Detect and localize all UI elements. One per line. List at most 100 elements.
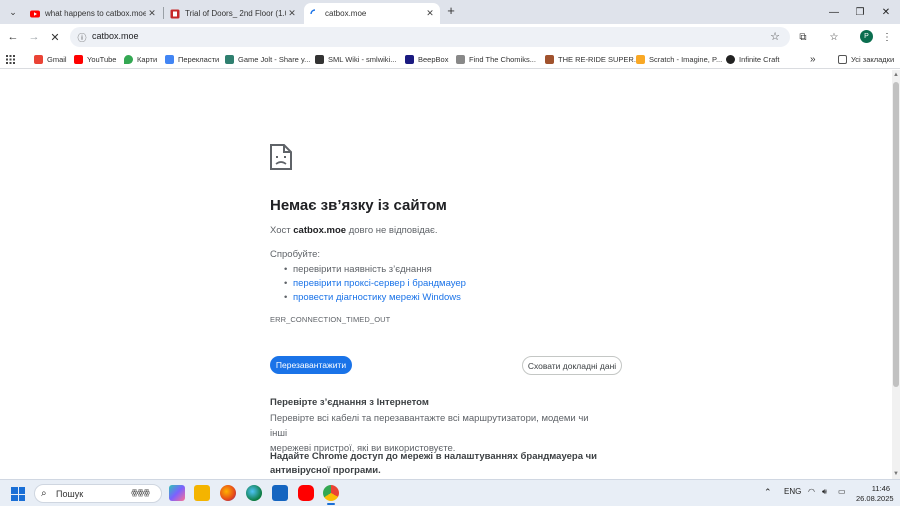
copilot-icon[interactable] [169, 485, 185, 501]
bookmark-label: THE RE-RIDE SUPER... [558, 54, 641, 64]
battery-icon[interactable]: ▭ [838, 487, 846, 496]
reride-icon [545, 54, 554, 64]
address-text[interactable]: catbox.moe [92, 31, 139, 41]
more-bookmarks-button[interactable]: » [810, 52, 816, 66]
search-highlight-icon: ꙮꙮꙮ [131, 488, 150, 497]
bookmark-label: Усі закладки [851, 54, 895, 64]
loading-icon [310, 8, 316, 14]
language-indicator[interactable]: ENG [784, 487, 801, 496]
bookmark-reride[interactable]: THE RE-RIDE SUPER... [545, 52, 640, 66]
firefox-icon[interactable] [220, 485, 236, 501]
bookmark-smlwiki[interactable]: SML Wiki - smlwiki... [315, 52, 396, 66]
youtube-icon [74, 54, 83, 64]
bookmark-label: BeepBox [418, 54, 449, 64]
arrow-left-icon: ← [7, 31, 19, 43]
address-bar[interactable]: ⓘ catbox.moe ☆ [70, 27, 790, 47]
clock-date: 26.08.2025 [856, 494, 894, 503]
bookmark-gmail[interactable]: Gmail [34, 52, 67, 66]
close-icon[interactable]: ✕ [286, 8, 298, 19]
smlwiki-icon [315, 54, 324, 64]
scroll-up-icon[interactable]: ▲ [893, 72, 899, 78]
bookmark-label: Scratch - Imagine, P... [649, 54, 723, 64]
error-title: Немає зв’язку із сайтом [270, 197, 447, 214]
bookmark-label: Infinite Craft [739, 54, 780, 64]
bookmarks-icon[interactable]: ☆ [826, 29, 842, 45]
tray-overflow-icon[interactable]: ⌃ [764, 487, 772, 498]
reload-button[interactable]: Перезавантажити [270, 356, 352, 374]
extensions-icon[interactable]: ⧉ [795, 29, 811, 45]
folder-icon [838, 54, 847, 64]
bookmark-beepbox[interactable]: BeepBox [405, 52, 448, 66]
bookmark-chomiks[interactable]: Find The Chomiks... [456, 52, 536, 66]
close-window-button[interactable]: ✕ [872, 0, 900, 24]
gamejolt-icon [225, 54, 234, 64]
paragraph-line: Перевірте всі кабелі та перезавантажте в… [270, 413, 589, 439]
store-icon[interactable] [272, 485, 288, 501]
restore-button[interactable]: ❐ [846, 0, 874, 24]
edge-icon[interactable] [246, 485, 262, 501]
heading-line: антивірусної програми. [270, 465, 381, 476]
tab-2[interactable]: Trial of Doors_ 2nd Floor (1.0.2) ✕ [164, 3, 302, 24]
bookmark-label: Find The Chomiks... [469, 54, 536, 64]
maps-pin-icon [124, 54, 133, 64]
minimize-button[interactable]: — [820, 0, 848, 24]
close-icon[interactable]: ✕ [146, 8, 158, 19]
bookmark-scratch[interactable]: Scratch - Imagine, P... [636, 52, 722, 66]
bookmark-label: Game Jolt - Share y... [238, 54, 311, 64]
tab-3-active[interactable]: catbox.moe ✕ [304, 3, 440, 24]
bookmark-label: YouTube [87, 54, 117, 64]
bookmark-youtube[interactable]: YouTube [74, 52, 116, 66]
chevron-double-right-icon: » [810, 53, 816, 65]
host-name: catbox.moe [293, 225, 347, 236]
hide-details-button[interactable]: Сховати докладні дані [522, 356, 622, 375]
suggestion-network-diagnostics-link[interactable]: провести діагностику мережі Windows [284, 291, 466, 305]
clock-time: 11:46 [871, 484, 890, 493]
new-tab-button[interactable]: + [444, 4, 458, 18]
page-scrollbar[interactable]: ▲ ▼ [892, 70, 900, 479]
back-button[interactable]: ← [5, 29, 21, 45]
error-code: ERR_CONNECTION_TIMED_OUT [270, 315, 391, 324]
minimize-icon: — [829, 6, 839, 18]
scroll-down-icon[interactable]: ▼ [893, 471, 899, 477]
section-check-connection-title: Перевірте з’єднання з Інтернетом [270, 397, 429, 408]
chrome-icon[interactable] [323, 485, 339, 505]
host-prefix: Хост [270, 225, 294, 236]
youtube-icon [30, 10, 40, 17]
heading-line: Надайте Chrome доступ до мережі в налашт… [270, 451, 597, 462]
bookmark-maps[interactable]: Карти [124, 52, 157, 66]
page-icon [456, 54, 465, 64]
bookmark-star-icon[interactable]: ☆ [770, 30, 780, 43]
menu-kebab-icon[interactable]: ⋮ [879, 29, 895, 45]
section-firewall-title: Надайте Chrome доступ до мережі в налашт… [270, 450, 597, 478]
tab-1[interactable]: what happens to catbox.moe - ✕ [24, 3, 162, 24]
chevron-down-icon: ⌄ [9, 6, 17, 17]
volume-icon[interactable]: 🔊︎ [822, 487, 827, 497]
profile-avatar[interactable]: P [860, 30, 873, 43]
taskbar-search[interactable]: ⌕ Пошук ꙮꙮꙮ [34, 484, 162, 503]
apps-grid-icon[interactable] [6, 52, 15, 66]
try-label: Спробуйте: [270, 249, 321, 260]
sad-page-icon [270, 144, 292, 170]
close-icon[interactable]: ✕ [424, 8, 436, 19]
bookmark-infinite-craft[interactable]: Infinite Craft [726, 52, 779, 66]
forward-button[interactable]: → [26, 29, 42, 45]
bookmark-gamejolt[interactable]: Game Jolt - Share y... [225, 52, 310, 66]
taskbar-clock[interactable]: 11:46 26.08.2025 [856, 484, 894, 504]
stop-button[interactable]: ✕ [47, 29, 63, 45]
site-info-icon[interactable]: ⓘ [76, 31, 88, 43]
search-icon: ⌕ [41, 488, 47, 499]
all-bookmarks-button[interactable]: Усі закладки [838, 52, 894, 66]
close-icon: ✕ [881, 6, 891, 18]
suggestion-check-connection: перевірити наявність з’єднання [284, 263, 466, 277]
arrow-right-icon: → [28, 31, 40, 43]
file-explorer-icon[interactable] [194, 485, 210, 501]
windows-start-icon[interactable] [11, 487, 25, 501]
tab-title: catbox.moe [325, 9, 367, 18]
suggestion-check-proxy-link[interactable]: перевірити проксі-сервер і брандмауер [284, 277, 466, 291]
bookmark-label: Gmail [47, 54, 67, 64]
wifi-icon[interactable]: ◠ [808, 487, 815, 496]
tab-search-button[interactable]: ⌄ [4, 3, 22, 21]
scrollbar-thumb[interactable] [893, 82, 899, 387]
bookmark-translate[interactable]: Перекласти [165, 52, 219, 66]
youtube-app-icon[interactable] [298, 485, 314, 501]
